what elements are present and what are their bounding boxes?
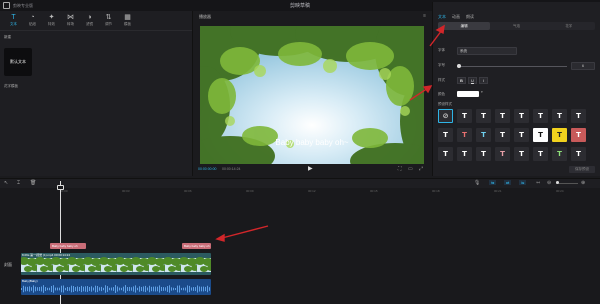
annotation-arrowhead (435, 24, 445, 35)
annotation-arrow (429, 29, 443, 47)
annotation-arrowhead (215, 233, 225, 242)
annotation-arrow (409, 87, 429, 101)
audio-clip-label: Baby(Baby) (22, 279, 38, 283)
annotation-arrowhead (422, 85, 433, 94)
annotation-arrows (215, 24, 445, 242)
annotation-arrow (221, 225, 269, 239)
video-clip-label: 8.09s 第一视觉 (1).mp4 00:00:14:24 (22, 253, 71, 257)
